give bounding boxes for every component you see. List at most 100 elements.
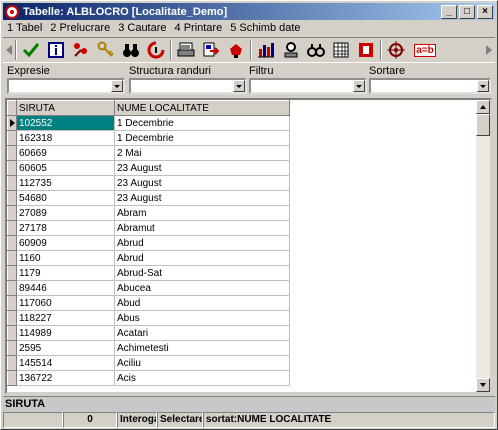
scroll-up-icon[interactable] (476, 100, 490, 114)
table-row[interactable]: 60605 23 August (7, 160, 290, 176)
key-icon[interactable] (95, 39, 117, 61)
cell-siruta[interactable]: 2595 (16, 340, 115, 356)
filtru-combo[interactable] (249, 78, 367, 94)
cell-nume-localitate[interactable]: 23 August (114, 175, 290, 191)
cell-siruta[interactable]: 145514 (16, 355, 115, 371)
cell-siruta[interactable]: 102552 (16, 115, 115, 131)
row-indicator[interactable] (7, 250, 17, 266)
chevron-down-icon[interactable] (477, 80, 489, 92)
cell-nume-localitate[interactable]: Abrud-Sat (114, 265, 290, 281)
cell-nume-localitate[interactable]: Acis (114, 370, 290, 386)
table-row[interactable]: 1160 Abrud (7, 250, 290, 266)
scroll-down-icon[interactable] (476, 378, 490, 392)
export-icon[interactable] (200, 39, 222, 61)
cell-siruta[interactable]: 117060 (16, 295, 115, 311)
table-row[interactable]: 27089 Abram (7, 205, 290, 221)
app-icon[interactable] (5, 4, 19, 19)
cell-nume-localitate[interactable]: Abud (114, 295, 290, 311)
chevron-down-icon[interactable] (233, 80, 245, 92)
recycle-icon[interactable] (145, 39, 167, 61)
calculator-icon[interactable] (330, 39, 352, 61)
table-row[interactable]: 114989 Acatari (7, 325, 290, 341)
table-row[interactable]: 145514 Aciliu (7, 355, 290, 371)
table-row[interactable]: 112735 23 August (7, 175, 290, 191)
sortare-combo[interactable] (369, 78, 491, 94)
binoculars-icon[interactable] (120, 39, 142, 61)
cell-siruta[interactable]: 1179 (16, 265, 115, 281)
table-row[interactable]: 89446 Abucea (7, 280, 290, 296)
cell-nume-localitate[interactable]: Abucea (114, 280, 290, 296)
sort-icon[interactable] (70, 39, 92, 61)
cell-nume-localitate[interactable]: Achimetesti (114, 340, 290, 356)
menu-prelucrare[interactable]: 2 Prelucrare (46, 22, 114, 34)
cell-nume-localitate[interactable]: Abram (114, 205, 290, 221)
row-indicator[interactable] (7, 310, 17, 326)
cell-siruta[interactable]: 1160 (16, 250, 115, 266)
menu-schimb-date[interactable]: 5 Schimb date (226, 22, 304, 34)
close-button[interactable]: × (477, 4, 493, 19)
row-indicator[interactable] (7, 220, 17, 236)
info-icon[interactable] (45, 39, 67, 61)
maximize-button[interactable]: □ (459, 4, 475, 19)
print-preview-icon[interactable] (175, 39, 197, 61)
cell-siruta[interactable]: 54680 (16, 190, 115, 206)
stop-icon[interactable] (355, 39, 377, 61)
cell-siruta[interactable]: 89446 (16, 280, 115, 296)
expresie-combo[interactable] (7, 78, 125, 94)
cell-nume-localitate[interactable]: 23 August (114, 190, 290, 206)
row-indicator[interactable] (7, 265, 17, 281)
cell-siruta[interactable]: 60605 (16, 160, 115, 176)
row-indicator[interactable] (7, 235, 17, 251)
menu-printare[interactable]: 4 Printare (171, 22, 227, 34)
cell-siruta[interactable]: 60909 (16, 235, 115, 251)
table-row[interactable]: 2595 Achimetesti (7, 340, 290, 356)
cell-nume-localitate[interactable]: 2 Mai (114, 145, 290, 161)
scroll-thumb[interactable] (476, 114, 490, 136)
cell-nume-localitate[interactable]: 1 Decembrie (114, 115, 290, 131)
cell-siruta[interactable]: 27089 (16, 205, 115, 221)
toolbar-scroll-left-icon[interactable] (5, 39, 13, 61)
row-indicator[interactable] (7, 295, 17, 311)
row-indicator[interactable] (7, 145, 17, 161)
brush-icon[interactable] (225, 39, 247, 61)
cell-siruta[interactable]: 60669 (16, 145, 115, 161)
cell-nume-localitate[interactable]: 23 August (114, 160, 290, 176)
table-row[interactable]: 117060 Abud (7, 295, 290, 311)
chart-icon[interactable] (255, 39, 277, 61)
cell-siruta[interactable]: 114989 (16, 325, 115, 341)
cell-siruta[interactable]: 112735 (16, 175, 115, 191)
table-row[interactable]: 54680 23 August (7, 190, 290, 206)
table-row[interactable]: 162318 1 Decembrie (7, 130, 290, 146)
row-indicator[interactable] (7, 355, 17, 371)
table-row[interactable]: 60669 2 Mai (7, 145, 290, 161)
row-indicator[interactable] (7, 340, 17, 356)
row-indicator[interactable] (7, 325, 17, 341)
structura-randuri-combo[interactable] (129, 78, 247, 94)
cell-nume-localitate[interactable]: Acatari (114, 325, 290, 341)
vertical-scrollbar[interactable] (476, 100, 490, 392)
glasses-icon[interactable] (305, 39, 327, 61)
table-row[interactable]: 60909 Abrud (7, 235, 290, 251)
cell-nume-localitate[interactable]: Abramut (114, 220, 290, 236)
cell-nume-localitate[interactable]: Abrud (114, 235, 290, 251)
check-icon[interactable] (20, 39, 42, 61)
table-row[interactable]: 118227 Abus (7, 310, 290, 326)
cell-nume-localitate[interactable]: Abus (114, 310, 290, 326)
cell-siruta[interactable]: 136722 (16, 370, 115, 386)
row-indicator[interactable] (7, 190, 17, 206)
cell-nume-localitate[interactable]: 1 Decembrie (114, 130, 290, 146)
table-row[interactable]: 27178 Abramut (7, 220, 290, 236)
column-header-siruta[interactable]: SIRUTA (16, 100, 115, 116)
column-header-nume-localitate[interactable]: NUME LOCALITATE (114, 100, 290, 116)
chevron-down-icon[interactable] (111, 80, 123, 92)
menu-cautare[interactable]: 3 Cautare (114, 22, 170, 34)
cell-nume-localitate[interactable]: Aciliu (114, 355, 290, 371)
toolbar-scroll-right-icon[interactable] (485, 39, 493, 61)
cell-siruta[interactable]: 162318 (16, 130, 115, 146)
target-icon[interactable] (385, 39, 407, 61)
table-row[interactable]: 136722 Acis (7, 370, 290, 386)
row-indicator[interactable] (7, 280, 17, 296)
row-indicator[interactable] (7, 160, 17, 176)
row-indicator[interactable] (7, 205, 17, 221)
replace-icon[interactable]: a=b (410, 39, 440, 61)
